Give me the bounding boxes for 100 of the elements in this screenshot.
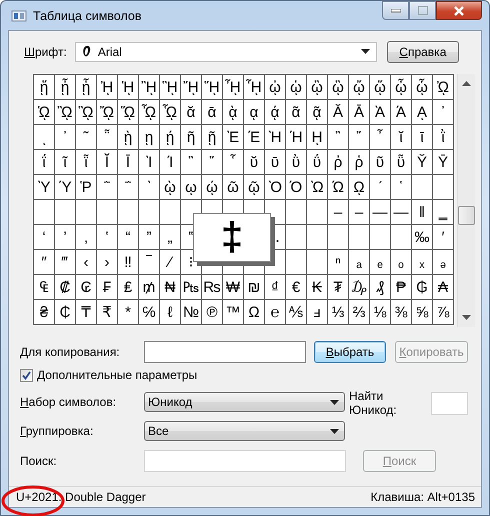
character-cell[interactable]: ₤: [118, 275, 138, 299]
character-cell[interactable]: ₡: [55, 275, 75, 299]
character-cell[interactable]: ῳ: [181, 175, 201, 199]
character-cell[interactable]: “: [118, 225, 138, 249]
character-cell[interactable]: ᾼ: [412, 100, 432, 124]
character-cell[interactable]: ᾲ: [223, 100, 243, 124]
character-cell[interactable]: №: [181, 300, 201, 324]
character-cell[interactable]: ῏: [370, 125, 390, 149]
character-cell[interactable]: ᾡ: [286, 75, 306, 99]
character-cell[interactable]: ₠: [34, 275, 54, 299]
character-cell[interactable]: ℗: [202, 300, 222, 324]
character-cell[interactable]: ᾨ: [433, 75, 453, 99]
character-cell[interactable]: ῧ: [391, 150, 411, 174]
character-cell[interactable]: ῐ: [391, 125, 411, 149]
character-cell[interactable]: ⅞: [433, 300, 453, 324]
character-cell[interactable]: ‼: [118, 250, 138, 274]
character-cell[interactable]: ₸: [76, 300, 96, 324]
character-cell[interactable]: ᾦ: [391, 75, 411, 99]
character-cell[interactable]: ῒ: [433, 125, 453, 149]
character-cell[interactable]: ⅛: [370, 300, 390, 324]
character-cell[interactable]: ῇ: [202, 125, 222, 149]
character-cell[interactable]: ᾪ: [55, 100, 75, 124]
character-cell[interactable]: ℓ: [160, 300, 180, 324]
character-cell[interactable]: ⅝: [412, 300, 432, 324]
character-cell[interactable]: ᾙ: [118, 75, 138, 99]
character-cell[interactable]: ῤ: [328, 150, 348, 174]
character-cell[interactable]: Ὸ: [265, 175, 285, 199]
character-cell[interactable]: —: [370, 200, 390, 224]
character-cell[interactable]: ⅎ: [307, 300, 327, 324]
character-cell[interactable]: ᾰ: [181, 100, 201, 124]
character-cell[interactable]: ₫: [265, 275, 285, 299]
character-cell[interactable]: Ό: [286, 175, 306, 199]
character-cell[interactable]: Ῥ: [76, 175, 96, 199]
select-button[interactable]: Выбрать: [314, 341, 386, 363]
character-cell[interactable]: Ω: [244, 300, 264, 324]
character-cell[interactable]: ⅔: [349, 300, 369, 324]
character-cell[interactable]: Ὴ: [265, 125, 285, 149]
character-cell[interactable]: ᾘ: [97, 75, 117, 99]
character-cell[interactable]: ›: [97, 250, 117, 274]
character-cell[interactable]: ᾿: [55, 125, 75, 149]
character-cell[interactable]: ₹: [97, 300, 117, 324]
character-cell[interactable]: ῃ: [139, 125, 159, 149]
character-cell[interactable]: ᾶ: [286, 100, 306, 124]
character-cell[interactable]: ῲ: [160, 175, 180, 199]
character-cell[interactable]: Ῠ: [412, 150, 432, 174]
character-cell[interactable]: ᾱ: [202, 100, 222, 124]
character-cell[interactable]: Ώ: [328, 175, 348, 199]
character-cell[interactable]: ™: [223, 300, 243, 324]
character-cell[interactable]: Ῐ: [97, 150, 117, 174]
character-cell[interactable]: Ύ: [55, 175, 75, 199]
character-cell[interactable]: ₳: [433, 275, 453, 299]
character-cell[interactable]: ₣: [97, 275, 117, 299]
character-cell[interactable]: ₓ: [412, 250, 432, 274]
character-cell[interactable]: ῀: [76, 125, 96, 149]
help-button[interactable]: Справка: [386, 40, 459, 62]
character-cell[interactable]: ῑ: [412, 125, 432, 149]
character-cell[interactable]: ₦: [160, 275, 180, 299]
character-cell[interactable]: ᾚ: [139, 75, 159, 99]
character-cell[interactable]: ᾫ: [76, 100, 96, 124]
character-cell[interactable]: ₲: [412, 275, 432, 299]
character-cell[interactable]: ᾴ: [265, 100, 285, 124]
character-cell[interactable]: ῄ: [160, 125, 180, 149]
character-cell[interactable]: ᾖ: [55, 75, 75, 99]
character-cell[interactable]: Ᾱ: [349, 100, 369, 124]
character-cell[interactable]: `: [139, 175, 159, 199]
character-cell[interactable]: ₧: [181, 275, 201, 299]
character-cell[interactable]: ⅓: [328, 300, 348, 324]
character-cell[interactable]: ΅: [118, 175, 138, 199]
character-cell[interactable]: ᾤ: [349, 75, 369, 99]
character-cell[interactable]: ᾮ: [139, 100, 159, 124]
character-cell[interactable]: ῴ: [202, 175, 222, 199]
character-cell[interactable]: ᾳ: [244, 100, 264, 124]
character-cell[interactable]: ᾯ: [160, 100, 180, 124]
character-cell[interactable]: ῍: [328, 125, 348, 149]
character-cell[interactable]: ῾: [391, 175, 411, 199]
character-cell[interactable]: „: [160, 225, 180, 249]
character-cell[interactable]: ₱: [391, 275, 411, 299]
character-cell[interactable]: ῷ: [244, 175, 264, 199]
character-cell[interactable]: ‴: [55, 250, 75, 274]
character-cell[interactable]: Ῑ: [118, 150, 138, 174]
charset-dropdown[interactable]: Юникод: [144, 392, 345, 412]
character-cell[interactable]: ῶ: [223, 175, 243, 199]
character-cell[interactable]: ℅: [139, 300, 159, 324]
character-cell[interactable]: ῥ: [349, 150, 369, 174]
character-cell[interactable]: ᾕ: [34, 75, 54, 99]
character-cell[interactable]: ₢: [76, 275, 96, 299]
character-cell[interactable]: €: [286, 275, 306, 299]
character-cell[interactable]: ″: [34, 250, 54, 274]
character-cell[interactable]: ᾽: [433, 100, 453, 124]
character-cell[interactable]: ₴: [34, 300, 54, 324]
character-cell[interactable]: ₰: [370, 275, 390, 299]
grouping-dropdown[interactable]: Все: [144, 421, 345, 441]
character-cell[interactable]: ῗ: [76, 150, 96, 174]
character-cell[interactable]: ΰ: [307, 150, 327, 174]
character-cell[interactable]: –: [349, 200, 369, 224]
character-cell[interactable]: ₥: [139, 275, 159, 299]
character-cell[interactable]: ῼ: [349, 175, 369, 199]
character-cell[interactable]: ₐ: [349, 250, 369, 274]
character-cell[interactable]: ῂ: [118, 125, 138, 149]
character-cell[interactable]: ᾷ: [307, 100, 327, 124]
